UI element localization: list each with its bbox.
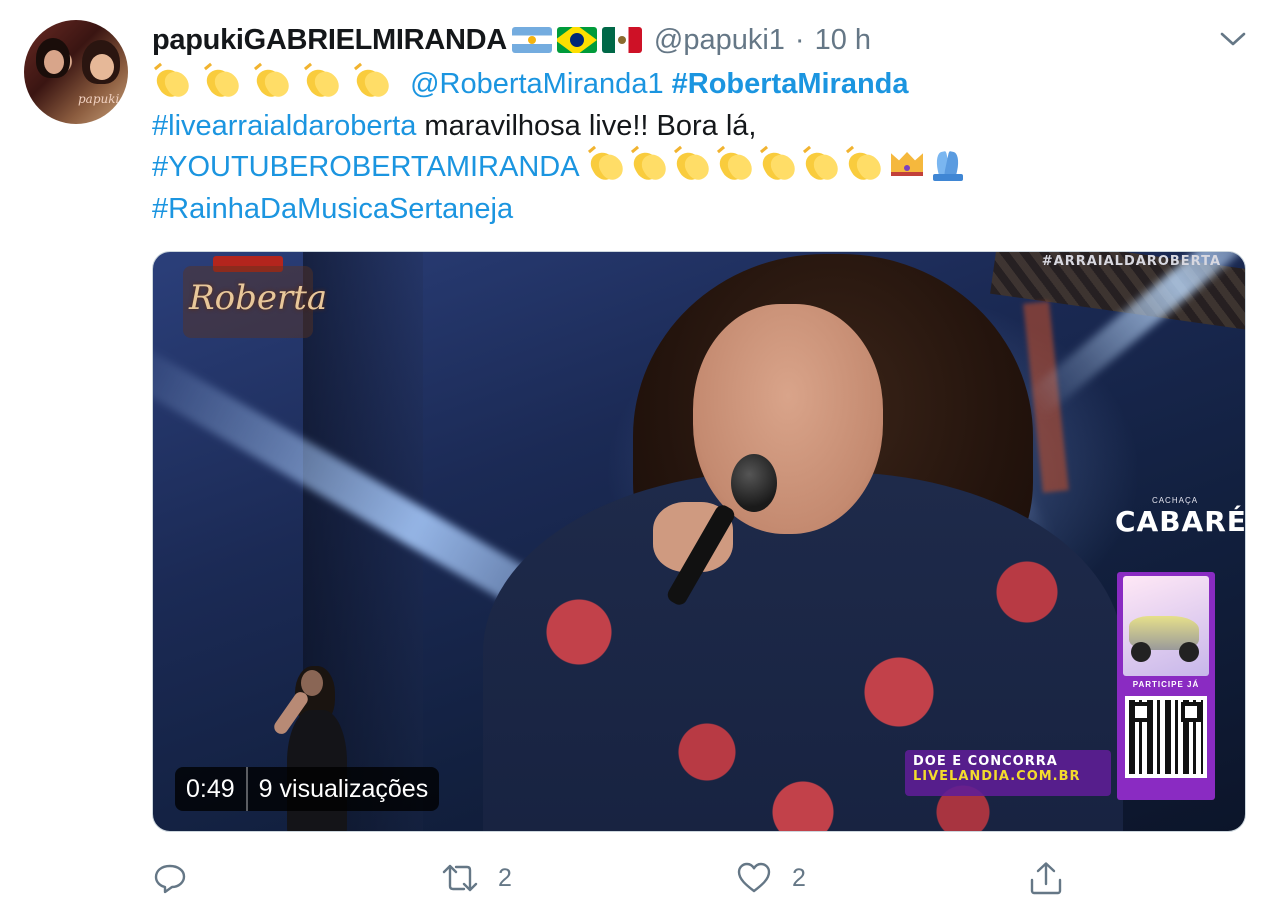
video-info-badges: 0:49 9 visualizações — [175, 767, 440, 811]
tweet-actions: 2 2 — [152, 856, 1252, 900]
share-icon — [1030, 862, 1062, 895]
clapping-hands-icon — [715, 145, 757, 185]
tweet-text: @RobertaMiranda1 #RobertaMiranda #livear… — [152, 62, 1232, 231]
flag-argentina-icon — [511, 27, 552, 53]
clapping-hands-icon — [672, 145, 714, 185]
video-duration: 0:49 — [186, 775, 235, 803]
reply-button[interactable] — [152, 856, 208, 900]
hashtag-link[interactable]: #livearraialdaroberta — [152, 110, 416, 142]
video-player[interactable]: Roberta #ARRAIALDAROBERTA CACHAÇA CABARÉ… — [152, 251, 1246, 832]
avatar-face-left — [44, 50, 64, 74]
chevron-down-icon[interactable] — [1218, 28, 1248, 50]
like-button[interactable]: 2 — [736, 856, 806, 900]
avatar[interactable]: papuki — [24, 20, 128, 124]
clapping-hands-icon — [586, 145, 628, 185]
tweet-line-4: #RainhaDaMusicaSertaneja — [152, 189, 1232, 231]
tweet-body-text: maravilhosa live!! Bora lá, — [416, 109, 757, 142]
tweet-time[interactable]: 10 h — [815, 24, 871, 57]
promo-cta: PARTICIPE JÁ — [1132, 680, 1200, 689]
like-count: 2 — [792, 863, 806, 892]
video-views: 9 visualizações — [245, 767, 440, 811]
sponsor-name: CABARÉ — [1115, 505, 1246, 538]
mention-link[interactable]: @RobertaMiranda1 — [410, 68, 664, 100]
avatar-face-right — [90, 54, 114, 80]
donation-banner-line1: DOE E CONCORRA — [913, 754, 1058, 769]
avatar-label: papuki — [78, 92, 120, 106]
user-handle[interactable]: @papuki1 — [654, 24, 785, 57]
microphone — [731, 454, 777, 512]
tweet-line-1: @RobertaMiranda1 #RobertaMiranda — [152, 62, 1232, 106]
hashtag-link[interactable]: #RobertaMiranda — [672, 68, 909, 100]
reply-icon — [154, 864, 186, 894]
clapping-hands-icon — [252, 62, 294, 102]
hashtag-link[interactable]: #YOUTUBEROBERTAMIRANDA — [152, 151, 578, 183]
donation-banner-line2: LIVELANDIA.COM.BR — [913, 769, 1081, 784]
flag-mexico-icon — [601, 27, 642, 53]
show-logo: Roberta — [183, 256, 327, 346]
clapping-hands-icon — [202, 62, 244, 102]
donation-banner: DOE E CONCORRA LIVELANDIA.COM.BR — [905, 750, 1111, 796]
clapping-hands-icon — [801, 145, 843, 185]
display-name[interactable]: papukiGABRIELMIRANDA — [152, 24, 507, 57]
flag-brazil-icon — [556, 27, 597, 53]
clapping-hands-icon — [352, 62, 394, 102]
logo-script: Roberta — [189, 278, 328, 318]
clapping-hands-icon — [152, 62, 194, 102]
retweet-button[interactable]: 2 — [442, 856, 512, 900]
clapping-hands-icon — [844, 145, 886, 185]
folded-hands-icon — [927, 148, 967, 182]
retweet-count: 2 — [498, 863, 512, 892]
clapping-hands-icon — [302, 62, 344, 102]
clapping-hands-icon — [758, 145, 800, 185]
heart-icon — [737, 862, 771, 893]
clapping-hands-icon — [629, 145, 671, 185]
hashtag-link[interactable]: #RainhaDaMusicaSertaneja — [152, 193, 513, 225]
singer-face — [693, 304, 883, 534]
tweet-line-3: #YOUTUBEROBERTAMIRANDA — [152, 145, 1232, 189]
tweet-header: papukiGABRIELMIRANDA @papuki1 · 10 h — [152, 22, 871, 58]
qr-code — [1125, 696, 1207, 778]
video-hashtag-overlay: #ARRAIALDAROBERTA — [1041, 254, 1221, 269]
sponsor-logo: CACHAÇA CABARÉ — [1115, 496, 1246, 538]
tweet-line-2: #livearraialdaroberta maravilhosa live!!… — [152, 106, 1232, 148]
share-button[interactable] — [1028, 856, 1084, 900]
sponsor-small-text: CACHAÇA — [1151, 496, 1199, 505]
retweet-icon — [442, 864, 478, 892]
crown-icon — [887, 148, 927, 182]
promo-panel: PARTICIPE JÁ — [1117, 572, 1215, 800]
time-separator: · — [794, 23, 805, 56]
